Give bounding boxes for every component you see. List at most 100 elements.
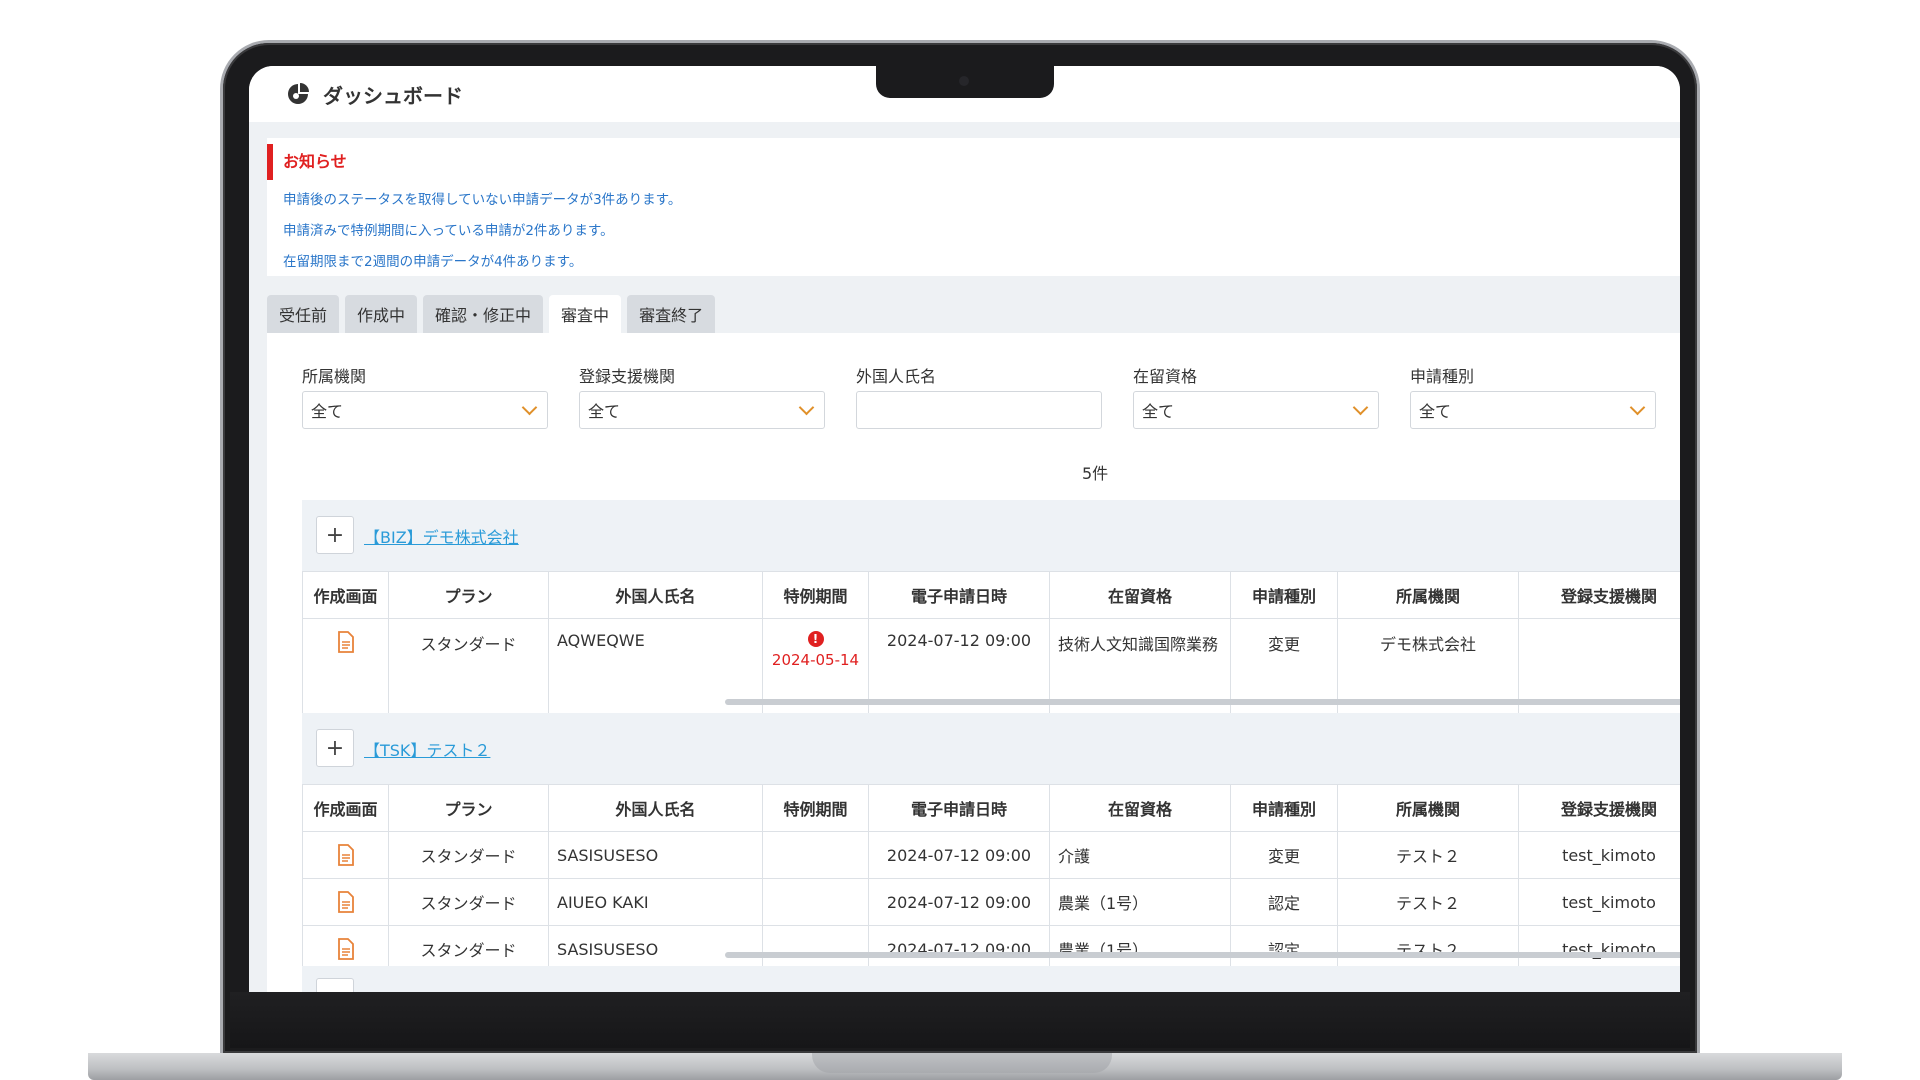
column-header: 申請種別 bbox=[1230, 784, 1338, 832]
column-header: プラン bbox=[388, 784, 549, 832]
select-value: 全て bbox=[311, 402, 344, 421]
company-link[interactable]: 【TSK】テスト２ bbox=[364, 737, 490, 761]
column-header: 外国人氏名 bbox=[548, 784, 763, 832]
residence-status-cell: 技術人文知識国際業務 bbox=[1049, 618, 1231, 725]
affiliation-cell: テスト２ bbox=[1337, 831, 1519, 879]
submission-datetime-cell: 2024-07-12 09:00 bbox=[868, 831, 1050, 879]
support-org-select[interactable]: 全て bbox=[579, 391, 825, 429]
status-tabs: 受任前 作成中 確認・修正中 審査中 審査終了 bbox=[267, 295, 716, 333]
column-header: 在留資格 bbox=[1049, 571, 1231, 619]
affiliation-cell: テスト２ bbox=[1337, 878, 1519, 926]
foreigner-name-input[interactable] bbox=[856, 391, 1102, 429]
filter-label: 登録支援機関 bbox=[579, 367, 676, 386]
filter-affiliation: 所属機関 全て bbox=[302, 363, 548, 429]
column-header: 登録支援機関 bbox=[1518, 784, 1680, 832]
foreigner-name-cell: AIUEO KAKI bbox=[548, 878, 763, 926]
affiliation-cell: デモ株式会社 bbox=[1337, 618, 1519, 725]
foreigner-name-cell: SASISUSESO bbox=[548, 831, 763, 879]
page-title: ダッシュボード bbox=[323, 83, 463, 108]
column-header: 外国人氏名 bbox=[548, 571, 763, 619]
special-period-date: 2024-05-14 bbox=[771, 651, 860, 669]
special-period-cell bbox=[762, 831, 869, 879]
filter-foreigner-name: 外国人氏名 bbox=[856, 363, 1102, 429]
residence-status-cell: 介護 bbox=[1049, 831, 1231, 879]
result-count: 5件 bbox=[1082, 464, 1109, 483]
create-screen-cell[interactable] bbox=[302, 618, 389, 725]
tab-reviewing-fixing[interactable]: 確認・修正中 bbox=[423, 295, 544, 333]
document-icon[interactable] bbox=[337, 938, 355, 960]
column-header: 電子申請日時 bbox=[868, 784, 1050, 832]
document-icon[interactable] bbox=[337, 844, 355, 866]
notice-heading: お知らせ bbox=[283, 152, 347, 171]
notice-message[interactable]: 申請済みで特例期間に入っている申請が2件あります。 bbox=[283, 219, 614, 239]
expand-button[interactable] bbox=[316, 978, 354, 992]
company-group: + 【TSK】テスト２ 作成画面 プラン 外国人氏名 特例期間 電子申請日時 在… bbox=[302, 713, 1680, 973]
column-header: 登録支援機関 bbox=[1518, 571, 1680, 619]
laptop-bezel-bottom bbox=[230, 992, 1690, 1048]
main-panel: 所属機関 全て 登録支援機関 全て 外国人氏名 在留資格 全て 申請種別 全て … bbox=[267, 333, 1680, 992]
horizontal-scrollbar[interactable] bbox=[725, 952, 1680, 958]
column-header: 特例期間 bbox=[762, 784, 869, 832]
column-header: 作成画面 bbox=[302, 784, 389, 832]
tab-review-finished[interactable]: 審査終了 bbox=[627, 295, 716, 333]
tab-under-review[interactable]: 審査中 bbox=[549, 295, 622, 333]
create-screen-cell[interactable] bbox=[302, 878, 389, 926]
application-type-cell: 変更 bbox=[1230, 831, 1338, 879]
column-header: プラン bbox=[388, 571, 549, 619]
special-period-cell bbox=[762, 878, 869, 926]
affiliation-select[interactable]: 全て bbox=[302, 391, 548, 429]
expand-button[interactable]: + bbox=[316, 729, 354, 767]
expand-button[interactable]: + bbox=[316, 516, 354, 554]
special-period-cell: ! 2024-05-14 bbox=[762, 618, 869, 725]
company-link[interactable]: 【BIZ】デモ株式会社 bbox=[364, 524, 519, 548]
column-header: 申請種別 bbox=[1230, 571, 1338, 619]
column-header: 作成画面 bbox=[302, 571, 389, 619]
tab-before-acceptance[interactable]: 受任前 bbox=[267, 295, 340, 333]
chevron-down-icon bbox=[521, 399, 538, 416]
table-row[interactable]: スタンダード AIUEO KAKI 2024-07-12 09:00 農業（1号… bbox=[302, 878, 1680, 926]
column-header: 所属機関 bbox=[1337, 784, 1519, 832]
application-type-select[interactable]: 全て bbox=[1410, 391, 1656, 429]
table-row[interactable]: スタンダード SASISUSESO 2024-07-12 09:00 介護 変更… bbox=[302, 831, 1680, 879]
camera-icon bbox=[959, 76, 969, 86]
document-icon[interactable] bbox=[337, 891, 355, 913]
submission-datetime-cell: 2024-07-12 09:00 bbox=[868, 878, 1050, 926]
filter-label: 在留資格 bbox=[1133, 367, 1198, 386]
notice-panel: お知らせ 申請後のステータスを取得していない申請データが3件あります。 申請済み… bbox=[267, 138, 1680, 276]
notice-accent-bar bbox=[267, 144, 273, 180]
chevron-down-icon bbox=[798, 399, 815, 416]
foreigner-name-cell: AQWEQWE bbox=[548, 618, 763, 725]
notice-message[interactable]: 申請後のステータスを取得していない申請データが3件あります。 bbox=[283, 188, 681, 208]
tab-in-progress[interactable]: 作成中 bbox=[345, 295, 418, 333]
pie-chart-icon bbox=[288, 83, 309, 104]
create-screen-cell[interactable] bbox=[302, 831, 389, 879]
column-header: 電子申請日時 bbox=[868, 571, 1050, 619]
column-header: 所属機関 bbox=[1337, 571, 1519, 619]
plan-cell: スタンダード bbox=[388, 618, 549, 725]
support-org-cell: test_kimoto bbox=[1518, 878, 1680, 926]
horizontal-scrollbar[interactable] bbox=[725, 699, 1680, 705]
filter-support-org: 登録支援機関 全て bbox=[579, 363, 825, 429]
application-type-cell: 認定 bbox=[1230, 878, 1338, 926]
document-icon[interactable] bbox=[337, 631, 355, 653]
table-header-row: 作成画面 プラン 外国人氏名 特例期間 電子申請日時 在留資格 申請種別 所属機… bbox=[302, 571, 1680, 619]
screen: ダッシュボード お知らせ 申請後のステータスを取得していない申請データが3件あり… bbox=[249, 66, 1680, 992]
select-value: 全て bbox=[1419, 402, 1452, 421]
filter-label: 所属機関 bbox=[302, 367, 367, 386]
residence-status-cell: 農業（1号） bbox=[1049, 878, 1231, 926]
table-row[interactable]: スタンダード AQWEQWE ! 2024-05-14 2024-07-12 0… bbox=[302, 618, 1680, 725]
notice-message[interactable]: 在留期限まで2週間の申請データが4件あります。 bbox=[283, 250, 582, 270]
chevron-down-icon bbox=[1629, 399, 1646, 416]
table-header-row: 作成画面 プラン 外国人氏名 特例期間 電子申請日時 在留資格 申請種別 所属機… bbox=[302, 784, 1680, 832]
support-org-cell: test_kimoto bbox=[1518, 831, 1680, 879]
support-org-cell bbox=[1518, 618, 1680, 725]
laptop-base-notch bbox=[812, 1053, 1112, 1073]
applications-table: 作成画面 プラン 外国人氏名 特例期間 電子申請日時 在留資格 申請種別 所属機… bbox=[302, 784, 1680, 973]
select-value: 全て bbox=[1142, 402, 1175, 421]
application-type-cell: 変更 bbox=[1230, 618, 1338, 725]
residence-status-select[interactable]: 全て bbox=[1133, 391, 1379, 429]
company-group: + 【BIZ】デモ株式会社 作成画面 プラン 外国人氏名 特例期間 電子申請日時… bbox=[302, 500, 1680, 725]
plan-cell: スタンダード bbox=[388, 831, 549, 879]
plan-cell: スタンダード bbox=[388, 878, 549, 926]
company-group bbox=[302, 966, 1680, 992]
